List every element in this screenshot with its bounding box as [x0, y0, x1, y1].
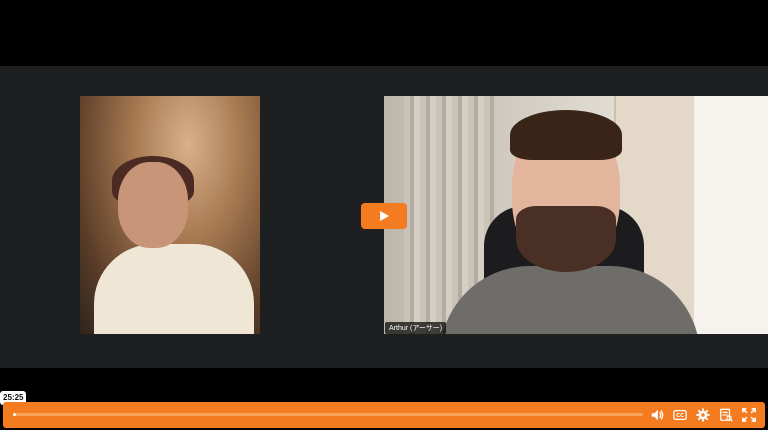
settings-button[interactable] [695, 407, 711, 423]
participant-tile-left [80, 96, 260, 334]
participant-name-tag: Arthur (アーサー) [385, 322, 447, 334]
participant-hair [510, 110, 622, 160]
progress-fill [13, 413, 16, 416]
fullscreen-icon [742, 408, 756, 422]
participant-face [118, 162, 188, 248]
player-control-bar: CC [3, 402, 765, 428]
captions-icon: CC [673, 409, 687, 421]
captions-button[interactable]: CC [672, 407, 688, 423]
play-icon [380, 211, 389, 221]
play-button[interactable] [361, 203, 407, 229]
transcript-button[interactable] [718, 407, 734, 423]
volume-button[interactable] [649, 407, 665, 423]
participant-beard [516, 206, 616, 272]
volume-icon [651, 409, 664, 421]
participant-tile-right: Arthur (アーサー) [384, 96, 768, 334]
progress-bar[interactable] [13, 413, 643, 416]
background-wall [694, 96, 768, 334]
video-frame[interactable]: Arthur (アーサー) [0, 0, 768, 400]
svg-text:CC: CC [676, 413, 684, 419]
transcript-icon [720, 408, 733, 422]
participant-body [94, 244, 254, 334]
fullscreen-button[interactable] [741, 407, 757, 423]
settings-icon [696, 408, 710, 422]
